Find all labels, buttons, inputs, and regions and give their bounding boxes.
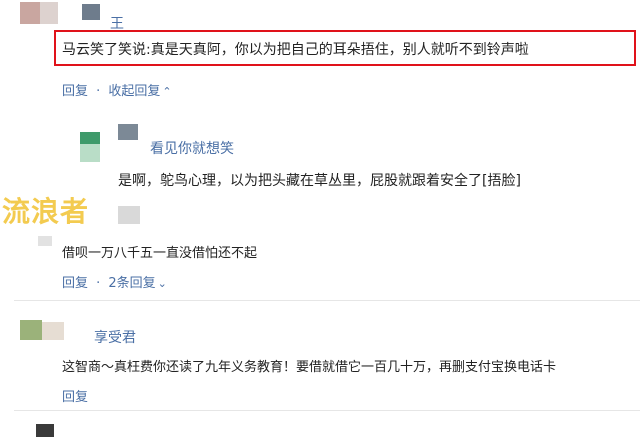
avatar[interactable] — [20, 2, 40, 24]
reply-author-name[interactable]: 看见你就想笑 — [150, 138, 234, 158]
action-separator: · — [96, 276, 101, 291]
reply-text: 是啊，鸵鸟心理，以为把头藏在草丛里，屁股就跟着安全了[捂脸] — [118, 173, 521, 189]
action-separator: · — [96, 84, 101, 99]
reply-link[interactable]: 回复 — [62, 84, 88, 99]
reply-link[interactable]: 回复 — [62, 390, 88, 405]
avatar — [42, 322, 64, 340]
comment-actions: 回复 — [62, 386, 88, 405]
comment-actions: 回复 · 2条回复 ⌄ — [62, 272, 167, 291]
chevron-down-icon: ⌄ — [157, 277, 167, 290]
replies-count-link[interactable]: 2条回复 ⌄ — [108, 276, 167, 291]
avatar — [80, 144, 100, 162]
avatar[interactable] — [20, 320, 42, 340]
comment-author-name[interactable]: 享受君 — [94, 327, 136, 347]
avatar — [38, 236, 52, 246]
reply-link[interactable]: 回复 — [62, 276, 88, 291]
avatar — [40, 2, 58, 24]
divider — [14, 300, 640, 301]
avatar — [118, 124, 138, 140]
avatar — [36, 424, 54, 437]
comment-actions: 回复 · 收起回复 ⌃ — [62, 80, 172, 99]
comment-text: 马云笑了笑说:真是天真阿，你以为把自己的耳朵捂住，别人就听不到铃声啦 — [62, 42, 529, 58]
divider — [14, 410, 640, 411]
watermark: 流浪者 — [2, 195, 90, 228]
comment-text: 借呗一万八千五一直没借怕还不起 — [62, 246, 258, 261]
collapse-replies-link[interactable]: 收起回复 ⌃ — [108, 84, 171, 99]
avatar — [118, 206, 140, 224]
chevron-up-icon: ⌃ — [162, 85, 172, 98]
avatar — [82, 4, 100, 20]
comment-text: 这智商～真枉费你还读了九年义务教育！要借就借它一百几十万，再删支付宝换电话卡 — [62, 360, 557, 375]
